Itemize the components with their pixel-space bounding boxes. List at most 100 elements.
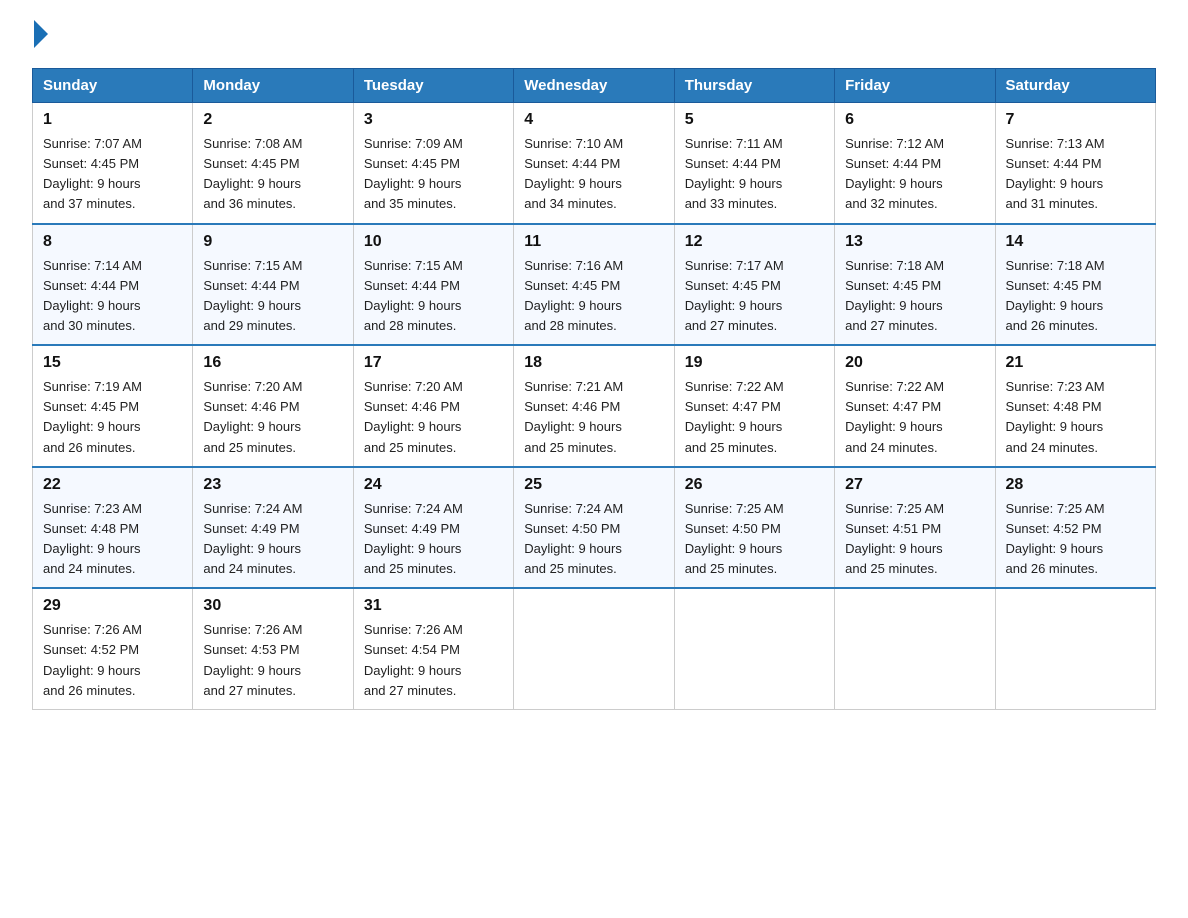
- day-number: 6: [845, 111, 984, 129]
- calendar-cell: 11Sunrise: 7:16 AMSunset: 4:45 PMDayligh…: [514, 224, 674, 346]
- day-info: Sunrise: 7:22 AMSunset: 4:47 PMDaylight:…: [845, 377, 984, 458]
- calendar-header-wednesday: Wednesday: [514, 69, 674, 103]
- calendar-cell: [514, 588, 674, 709]
- day-number: 23: [203, 476, 342, 494]
- day-info: Sunrise: 7:26 AMSunset: 4:53 PMDaylight:…: [203, 620, 342, 701]
- day-number: 18: [524, 354, 663, 372]
- day-info: Sunrise: 7:11 AMSunset: 4:44 PMDaylight:…: [685, 134, 824, 215]
- day-info: Sunrise: 7:20 AMSunset: 4:46 PMDaylight:…: [203, 377, 342, 458]
- day-info: Sunrise: 7:07 AMSunset: 4:45 PMDaylight:…: [43, 134, 182, 215]
- day-number: 17: [364, 354, 503, 372]
- calendar-cell: 1 Sunrise: 7:07 AMSunset: 4:45 PMDaylight…: [33, 103, 193, 224]
- calendar-header-friday: Friday: [835, 69, 995, 103]
- calendar-cell: 2 Sunrise: 7:08 AMSunset: 4:45 PMDaylight…: [193, 103, 353, 224]
- day-number: 4: [524, 111, 663, 129]
- calendar-cell: 10 Sunrise: 7:15 AMSunset: 4:44 PMDayligh…: [353, 224, 513, 346]
- calendar-cell: 6 Sunrise: 7:12 AMSunset: 4:44 PMDaylight…: [835, 103, 995, 224]
- day-info: Sunrise: 7:19 AMSunset: 4:45 PMDaylight:…: [43, 377, 182, 458]
- calendar-cell: [835, 588, 995, 709]
- day-info: Sunrise: 7:13 AMSunset: 4:44 PMDaylight:…: [1006, 134, 1145, 215]
- calendar-cell: [995, 588, 1155, 709]
- day-number: 1: [43, 111, 182, 129]
- day-info: Sunrise: 7:20 AMSunset: 4:46 PMDaylight:…: [364, 377, 503, 458]
- day-info: Sunrise: 7:24 AMSunset: 4:49 PMDaylight:…: [364, 499, 503, 580]
- calendar-cell: 31 Sunrise: 7:26 AMSunset: 4:54 PMDayligh…: [353, 588, 513, 709]
- day-info: Sunrise: 7:18 AMSunset: 4:45 PMDaylight:…: [1006, 256, 1145, 337]
- page-header: [32, 24, 1156, 48]
- day-info: Sunrise: 7:26 AMSunset: 4:54 PMDaylight:…: [364, 620, 503, 701]
- calendar-cell: 25Sunrise: 7:24 AMSunset: 4:50 PMDayligh…: [514, 467, 674, 589]
- day-number: 20: [845, 354, 984, 372]
- day-info: Sunrise: 7:17 AMSunset: 4:45 PMDaylight:…: [685, 256, 824, 337]
- calendar-week-2: 8 Sunrise: 7:14 AMSunset: 4:44 PMDaylight…: [33, 224, 1156, 346]
- calendar-cell: 5 Sunrise: 7:11 AMSunset: 4:44 PMDaylight…: [674, 103, 834, 224]
- calendar-cell: 26 Sunrise: 7:25 AMSunset: 4:50 PMDayligh…: [674, 467, 834, 589]
- calendar-header-monday: Monday: [193, 69, 353, 103]
- calendar-cell: 22 Sunrise: 7:23 AMSunset: 4:48 PMDayligh…: [33, 467, 193, 589]
- calendar-cell: 24Sunrise: 7:24 AMSunset: 4:49 PMDayligh…: [353, 467, 513, 589]
- calendar-header-row: SundayMondayTuesdayWednesdayThursdayFrid…: [33, 69, 1156, 103]
- calendar-table: SundayMondayTuesdayWednesdayThursdayFrid…: [32, 68, 1156, 710]
- calendar-cell: 29Sunrise: 7:26 AMSunset: 4:52 PMDayligh…: [33, 588, 193, 709]
- day-number: 7: [1006, 111, 1145, 129]
- day-number: 26: [685, 476, 824, 494]
- calendar-cell: 8 Sunrise: 7:14 AMSunset: 4:44 PMDaylight…: [33, 224, 193, 346]
- day-number: 28: [1006, 476, 1145, 494]
- day-info: Sunrise: 7:15 AMSunset: 4:44 PMDaylight:…: [364, 256, 503, 337]
- day-number: 5: [685, 111, 824, 129]
- day-number: 12: [685, 233, 824, 251]
- day-info: Sunrise: 7:14 AMSunset: 4:44 PMDaylight:…: [43, 256, 182, 337]
- day-info: Sunrise: 7:25 AMSunset: 4:50 PMDaylight:…: [685, 499, 824, 580]
- day-info: Sunrise: 7:12 AMSunset: 4:44 PMDaylight:…: [845, 134, 984, 215]
- day-info: Sunrise: 7:22 AMSunset: 4:47 PMDaylight:…: [685, 377, 824, 458]
- day-number: 25: [524, 476, 663, 494]
- calendar-cell: 13Sunrise: 7:18 AMSunset: 4:45 PMDayligh…: [835, 224, 995, 346]
- calendar-week-1: 1 Sunrise: 7:07 AMSunset: 4:45 PMDaylight…: [33, 103, 1156, 224]
- day-number: 15: [43, 354, 182, 372]
- calendar-cell: 28 Sunrise: 7:25 AMSunset: 4:52 PMDayligh…: [995, 467, 1155, 589]
- calendar-week-3: 15 Sunrise: 7:19 AMSunset: 4:45 PMDayligh…: [33, 345, 1156, 467]
- day-number: 29: [43, 597, 182, 615]
- day-info: Sunrise: 7:15 AMSunset: 4:44 PMDaylight:…: [203, 256, 342, 337]
- day-info: Sunrise: 7:10 AMSunset: 4:44 PMDaylight:…: [524, 134, 663, 215]
- calendar-week-5: 29Sunrise: 7:26 AMSunset: 4:52 PMDayligh…: [33, 588, 1156, 709]
- day-number: 11: [524, 233, 663, 251]
- calendar-header-saturday: Saturday: [995, 69, 1155, 103]
- day-info: Sunrise: 7:23 AMSunset: 4:48 PMDaylight:…: [43, 499, 182, 580]
- calendar-cell: 14 Sunrise: 7:18 AMSunset: 4:45 PMDayligh…: [995, 224, 1155, 346]
- day-number: 8: [43, 233, 182, 251]
- calendar-week-4: 22 Sunrise: 7:23 AMSunset: 4:48 PMDayligh…: [33, 467, 1156, 589]
- calendar-header-thursday: Thursday: [674, 69, 834, 103]
- day-number: 9: [203, 233, 342, 251]
- day-number: 2: [203, 111, 342, 129]
- calendar-cell: 30Sunrise: 7:26 AMSunset: 4:53 PMDayligh…: [193, 588, 353, 709]
- calendar-cell: 20 Sunrise: 7:22 AMSunset: 4:47 PMDayligh…: [835, 345, 995, 467]
- day-number: 31: [364, 597, 503, 615]
- day-info: Sunrise: 7:23 AMSunset: 4:48 PMDaylight:…: [1006, 377, 1145, 458]
- calendar-cell: 7 Sunrise: 7:13 AMSunset: 4:44 PMDaylight…: [995, 103, 1155, 224]
- day-info: Sunrise: 7:25 AMSunset: 4:51 PMDaylight:…: [845, 499, 984, 580]
- day-info: Sunrise: 7:08 AMSunset: 4:45 PMDaylight:…: [203, 134, 342, 215]
- logo-arrow-icon: [34, 20, 48, 48]
- day-number: 19: [685, 354, 824, 372]
- day-number: 10: [364, 233, 503, 251]
- day-number: 3: [364, 111, 503, 129]
- day-info: Sunrise: 7:24 AMSunset: 4:49 PMDaylight:…: [203, 499, 342, 580]
- calendar-header-tuesday: Tuesday: [353, 69, 513, 103]
- day-number: 16: [203, 354, 342, 372]
- day-number: 27: [845, 476, 984, 494]
- calendar-cell: 17 Sunrise: 7:20 AMSunset: 4:46 PMDayligh…: [353, 345, 513, 467]
- calendar-cell: 4 Sunrise: 7:10 AMSunset: 4:44 PMDaylight…: [514, 103, 674, 224]
- calendar-header-sunday: Sunday: [33, 69, 193, 103]
- logo: [32, 24, 52, 48]
- calendar-cell: 3Sunrise: 7:09 AMSunset: 4:45 PMDaylight…: [353, 103, 513, 224]
- day-info: Sunrise: 7:25 AMSunset: 4:52 PMDaylight:…: [1006, 499, 1145, 580]
- calendar-cell: 9 Sunrise: 7:15 AMSunset: 4:44 PMDaylight…: [193, 224, 353, 346]
- calendar-cell: 16 Sunrise: 7:20 AMSunset: 4:46 PMDayligh…: [193, 345, 353, 467]
- day-info: Sunrise: 7:18 AMSunset: 4:45 PMDaylight:…: [845, 256, 984, 337]
- day-number: 14: [1006, 233, 1145, 251]
- day-number: 22: [43, 476, 182, 494]
- calendar-cell: 27 Sunrise: 7:25 AMSunset: 4:51 PMDayligh…: [835, 467, 995, 589]
- calendar-cell: 21Sunrise: 7:23 AMSunset: 4:48 PMDayligh…: [995, 345, 1155, 467]
- calendar-cell: 18Sunrise: 7:21 AMSunset: 4:46 PMDayligh…: [514, 345, 674, 467]
